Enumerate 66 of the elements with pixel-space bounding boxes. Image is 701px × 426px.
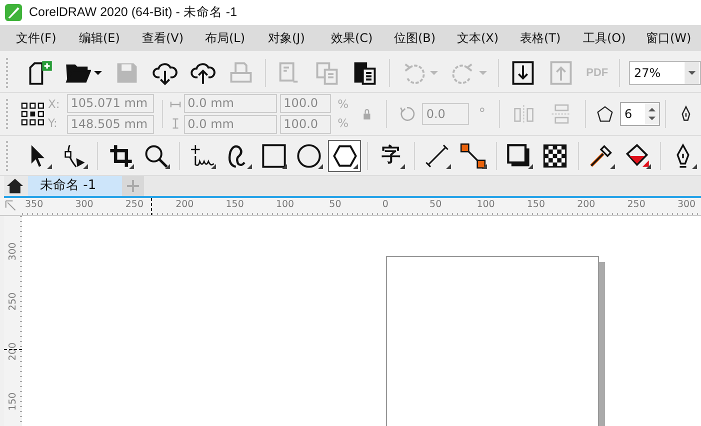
ruler-label: 50 (328, 198, 342, 212)
ruler-label: 300 (74, 198, 94, 212)
menu-item[interactable]: 查看(V) (134, 30, 197, 46)
percent-unit: % (336, 115, 350, 132)
hexagon-icon (332, 142, 358, 168)
window-title: CorelDRAW 2020 (64-Bit) - 未命名 -1 (29, 4, 238, 21)
ruler-label: 250 (124, 198, 145, 212)
printer-icon (228, 60, 254, 86)
ruler-label: 250 (626, 198, 646, 212)
ruler-label: 100 (274, 198, 296, 212)
fill-bucket-icon (624, 142, 650, 168)
ruler-label: 300 (676, 198, 697, 212)
checkerboard-icon (542, 142, 568, 168)
width-icon (170, 99, 181, 110)
ruler-label: 50 (428, 198, 443, 212)
menu-item[interactable]: 工具(O) (575, 30, 638, 46)
menu-item[interactable]: 文本(X) (449, 30, 512, 46)
crop-icon (108, 142, 134, 168)
menu-item[interactable]: 对象(J) (260, 30, 323, 46)
points-spinner[interactable]: 6 (620, 102, 660, 126)
documents-icon (314, 60, 340, 86)
spinner-arrows-icon (645, 103, 660, 125)
connector-icon (460, 142, 486, 168)
new-document-icon (26, 60, 53, 86)
ruler-label: 200 (174, 198, 195, 212)
ruler-label: 350 (24, 198, 44, 212)
menu-item[interactable]: 位图(B) (386, 30, 449, 46)
reference-point-icon (20, 101, 44, 127)
box-arrow-down-icon (510, 60, 536, 86)
dimension-line-icon (424, 142, 450, 168)
menu-item[interactable]: 表格(T) (512, 30, 575, 46)
pentagon-icon (596, 104, 614, 124)
x-label: X: (47, 96, 61, 113)
zoom-dropdown[interactable]: 27% (629, 60, 701, 84)
ruler-origin-icon[interactable] (5, 200, 17, 212)
menu-item[interactable]: 布局(L) (197, 30, 260, 46)
clipboard-icon (352, 60, 378, 86)
degree-unit: ° (478, 106, 486, 122)
percent-unit: % (336, 96, 350, 113)
freehand-icon (190, 142, 216, 168)
app-logo-icon (5, 4, 22, 21)
rectangle-icon (260, 142, 287, 168)
ellipse-icon (296, 142, 322, 168)
shadow-icon (506, 142, 532, 168)
ruler-label: 150 (8, 392, 18, 410)
ruler-label: 100 (476, 198, 496, 212)
tool-button[interactable] (328, 140, 362, 172)
menu-item[interactable]: 窗口(W) (638, 30, 701, 46)
ruler-label: 200 (576, 198, 596, 212)
ruler-label: 300 (8, 242, 18, 260)
document-tab[interactable]: 未命名 -1 (28, 176, 122, 196)
menu-item[interactable]: 文件(F) (8, 30, 71, 46)
home-icon[interactable] (6, 177, 24, 195)
ruler-label: 150 (526, 198, 546, 212)
ruler-label: 150 (224, 198, 245, 212)
box-arrow-up-icon (548, 60, 574, 86)
magnifier-icon (143, 142, 170, 168)
y-label: Y: (47, 115, 58, 132)
eyedropper-icon (588, 142, 614, 168)
menu-item[interactable]: 编辑(E) (71, 30, 134, 46)
ruler-label: 0 (381, 198, 390, 212)
plus-icon (127, 180, 139, 192)
menu-item[interactable]: 效果(C) (323, 30, 386, 46)
rotate-icon (398, 104, 416, 124)
ruler-label: 250 (8, 292, 18, 310)
text-tool-button[interactable]: 字 (374, 140, 408, 172)
